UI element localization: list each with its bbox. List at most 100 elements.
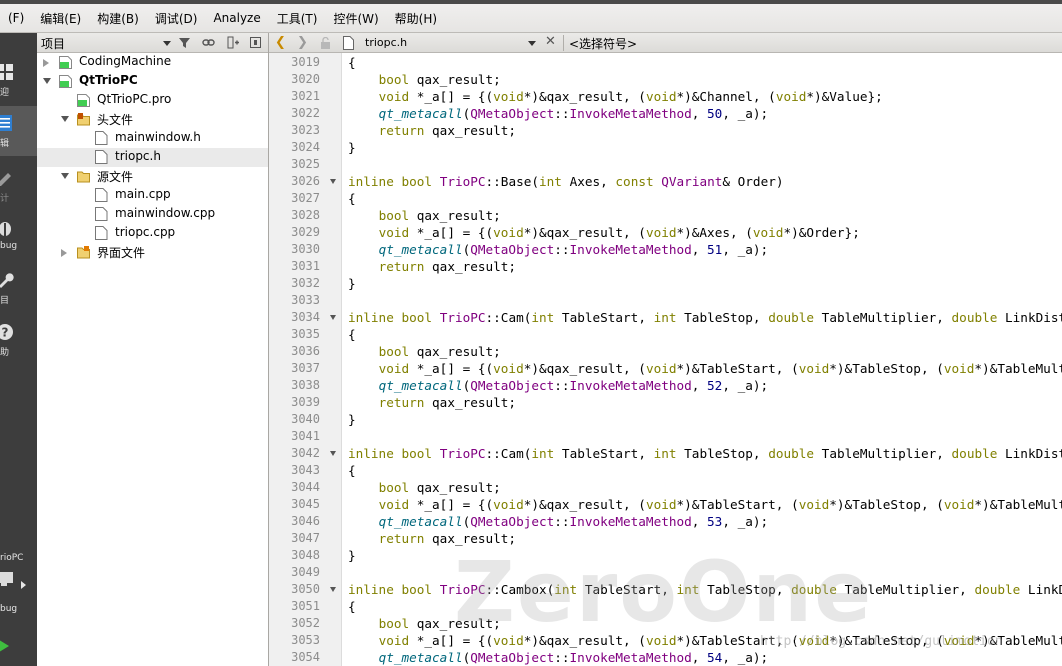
code-token: void xyxy=(645,361,677,376)
code-token: TableMultiplier, xyxy=(814,446,952,461)
forward-arrow-icon[interactable]: ❯ xyxy=(297,36,308,49)
close-panel-icon[interactable] xyxy=(249,36,262,49)
line-number: 3032 xyxy=(291,276,320,290)
expanded-arrow-icon[interactable] xyxy=(43,78,51,84)
fold-marker-icon[interactable] xyxy=(330,451,336,456)
code-token: { xyxy=(348,463,356,478)
code-token: :: xyxy=(554,514,570,529)
code-line: bool qax_result; xyxy=(348,479,501,496)
code-token: :: xyxy=(554,242,570,257)
tree-item[interactable]: 头文件 xyxy=(37,110,268,129)
tree-item[interactable]: triopc.cpp xyxy=(37,224,268,243)
monitor-icon[interactable] xyxy=(0,571,14,587)
expanded-arrow-icon[interactable] xyxy=(61,116,69,122)
close-icon[interactable]: ✕ xyxy=(545,34,556,49)
tree-item[interactable]: QtTrioPC.pro xyxy=(37,91,268,110)
menu-item[interactable]: 帮助(H) xyxy=(387,10,445,27)
code-token: void xyxy=(493,225,524,240)
open-document-name[interactable]: triopc.h xyxy=(365,36,407,49)
menu-item[interactable]: 控件(W) xyxy=(325,10,386,27)
kit-selector-arrow-icon[interactable] xyxy=(21,581,26,589)
expanded-arrow-icon[interactable] xyxy=(61,173,69,179)
code-token: ::Cam( xyxy=(485,446,532,461)
code-token: qt_metacall xyxy=(378,242,463,257)
fold-marker-icon[interactable] xyxy=(330,587,336,592)
code-token: void xyxy=(645,225,677,240)
code-token: bool xyxy=(378,344,410,359)
mode-label: 迎 xyxy=(0,88,10,98)
menu-item[interactable]: 编辑(E) xyxy=(32,10,89,27)
code-token: void xyxy=(775,89,807,104)
mode-debug[interactable]: bug xyxy=(0,211,37,261)
fold-marker-icon[interactable] xyxy=(330,179,336,184)
code-line: bool qax_result; xyxy=(348,71,501,88)
code-token: void xyxy=(645,497,677,512)
code-line: void *_a[] = {(void*)&qax_result, (void*… xyxy=(348,224,860,241)
code-token: bool xyxy=(401,174,433,189)
mode-edit[interactable]: 辑 xyxy=(0,106,37,156)
symbol-selector[interactable]: <选择符号> xyxy=(569,35,637,52)
code-token: qt_metacall xyxy=(378,650,463,665)
code-line: { xyxy=(348,190,356,207)
project-panel-header: 项目 xyxy=(37,33,268,53)
split-icon[interactable] xyxy=(227,36,240,49)
back-arrow-icon[interactable]: ❮ xyxy=(275,36,286,49)
collapsed-arrow-icon[interactable] xyxy=(61,249,67,257)
mode-help[interactable]: ? 助 xyxy=(0,315,37,365)
line-number: 3028 xyxy=(291,208,320,222)
tree-item[interactable]: 界面文件 xyxy=(37,243,268,262)
mode-welcome[interactable]: 迎 xyxy=(0,55,37,105)
project-view-selector[interactable]: 项目 xyxy=(41,35,65,52)
source-folder-icon xyxy=(77,171,90,183)
run-icon[interactable] xyxy=(0,638,9,654)
code-token: ::Base( xyxy=(485,174,540,189)
code-token: InvokeMetaMethod xyxy=(569,242,692,257)
menu-item[interactable]: 构建(B) xyxy=(89,10,147,27)
tree-item[interactable]: CodingMachine xyxy=(37,53,268,72)
code-token: :: xyxy=(554,650,570,665)
mode-design[interactable]: 计 xyxy=(0,161,37,211)
menu-item[interactable]: 工具(T) xyxy=(269,10,326,27)
code-line: void *_a[] = {(void*)&qax_result, (void*… xyxy=(348,88,883,105)
file-icon xyxy=(95,207,108,221)
code-token: TrioPC xyxy=(439,446,486,461)
menu-item[interactable]: 调试(D) xyxy=(147,10,206,27)
line-number: 3038 xyxy=(291,378,320,392)
code-line: return qax_result; xyxy=(348,122,517,139)
code-token: QMetaObject xyxy=(470,650,555,665)
mode-label: 目 xyxy=(0,296,10,306)
code-token: *)&Order}; xyxy=(783,225,860,240)
filter-icon[interactable] xyxy=(178,36,191,49)
code-token: ::Cam( xyxy=(485,310,532,325)
code-token: , _a); xyxy=(722,378,769,393)
tree-item[interactable]: main.cpp xyxy=(37,186,268,205)
code-token: inline xyxy=(348,446,394,461)
chevron-down-icon[interactable] xyxy=(528,41,536,46)
tree-item[interactable]: QtTrioPC xyxy=(37,72,268,91)
code-token: { xyxy=(348,55,356,70)
tree-item[interactable]: triopc.h xyxy=(37,148,268,167)
tree-item[interactable]: 源文件 xyxy=(37,167,268,186)
file-icon xyxy=(343,36,354,50)
code-line: } xyxy=(348,547,356,564)
menu-item[interactable]: Analyze xyxy=(205,11,268,25)
code-token: inline xyxy=(348,310,394,325)
mode-projects[interactable]: 目 xyxy=(0,263,37,313)
menu-item[interactable]: (F) xyxy=(0,11,32,25)
tree-item[interactable]: mainwindow.h xyxy=(37,129,268,148)
link-icon[interactable] xyxy=(202,36,215,49)
fold-marker-icon[interactable] xyxy=(330,315,336,320)
code-token: TrioPC xyxy=(439,174,486,189)
collapsed-arrow-icon[interactable] xyxy=(43,59,49,67)
chevron-down-icon[interactable] xyxy=(163,41,171,46)
tree-item[interactable]: mainwindow.cpp xyxy=(37,205,268,224)
code-token: :: xyxy=(554,378,570,393)
